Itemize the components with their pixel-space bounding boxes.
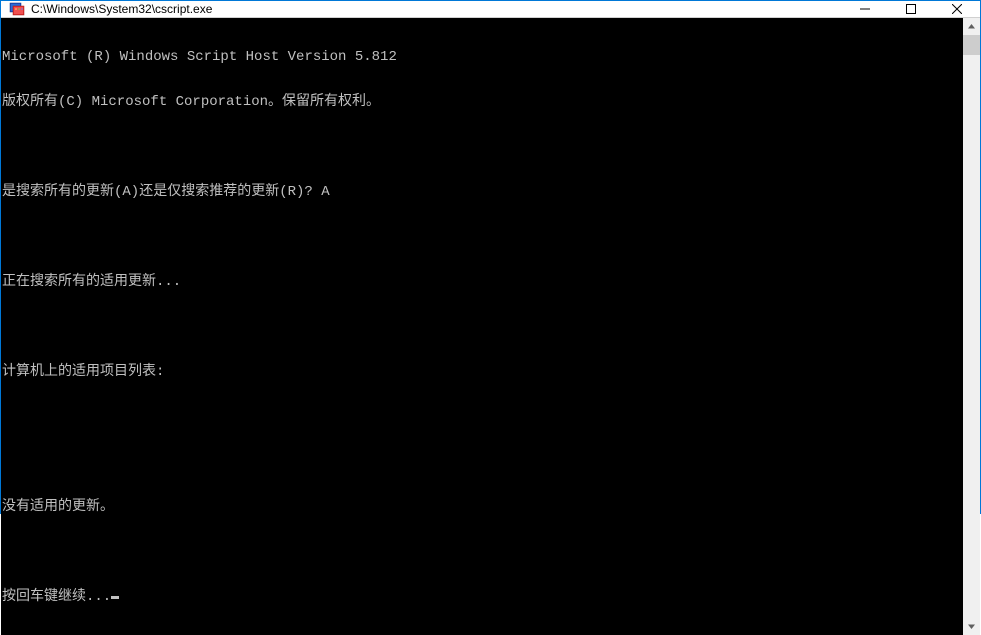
maximize-button[interactable] bbox=[888, 1, 934, 17]
console-line bbox=[2, 320, 963, 335]
close-button[interactable] bbox=[934, 1, 980, 17]
console-line: 没有适用的更新。 bbox=[2, 500, 963, 515]
vertical-scrollbar[interactable] bbox=[963, 18, 980, 635]
window-controls bbox=[842, 1, 980, 17]
console-line: 是搜索所有的更新(A)还是仅搜索推荐的更新(R)? A bbox=[2, 185, 963, 200]
console-line bbox=[2, 230, 963, 245]
console-line bbox=[2, 455, 963, 470]
console-line bbox=[2, 140, 963, 155]
console-line: Microsoft (R) Windows Script Host Versio… bbox=[2, 50, 963, 65]
scroll-down-button[interactable] bbox=[963, 618, 980, 635]
console-line: 计算机上的适用项目列表: bbox=[2, 365, 963, 380]
console-line bbox=[2, 410, 963, 425]
maximize-icon bbox=[906, 4, 916, 14]
scroll-thumb[interactable] bbox=[963, 35, 980, 55]
scroll-up-button[interactable] bbox=[963, 18, 980, 35]
window-title: C:\Windows\System32\cscript.exe bbox=[31, 2, 842, 16]
console-line: 版权所有(C) Microsoft Corporation。保留所有权利。 bbox=[2, 95, 963, 110]
minimize-icon bbox=[860, 4, 870, 14]
console-text: 按回车键继续... bbox=[2, 589, 111, 605]
console-output[interactable]: Microsoft (R) Windows Script Host Versio… bbox=[1, 18, 963, 635]
console-line bbox=[2, 545, 963, 560]
client-area: Microsoft (R) Windows Script Host Versio… bbox=[1, 18, 980, 635]
chevron-down-icon bbox=[967, 622, 976, 631]
scroll-track[interactable] bbox=[963, 35, 980, 618]
minimize-button[interactable] bbox=[842, 1, 888, 17]
app-icon bbox=[9, 1, 25, 17]
titlebar[interactable]: C:\Windows\System32\cscript.exe bbox=[1, 1, 980, 18]
window: C:\Windows\System32\cscript.exe bbox=[0, 0, 981, 514]
cursor-icon bbox=[111, 596, 119, 599]
console-line: 按回车键继续... bbox=[2, 590, 963, 605]
chevron-up-icon bbox=[967, 22, 976, 31]
console-line: 正在搜索所有的适用更新... bbox=[2, 275, 963, 290]
close-icon bbox=[952, 4, 962, 14]
